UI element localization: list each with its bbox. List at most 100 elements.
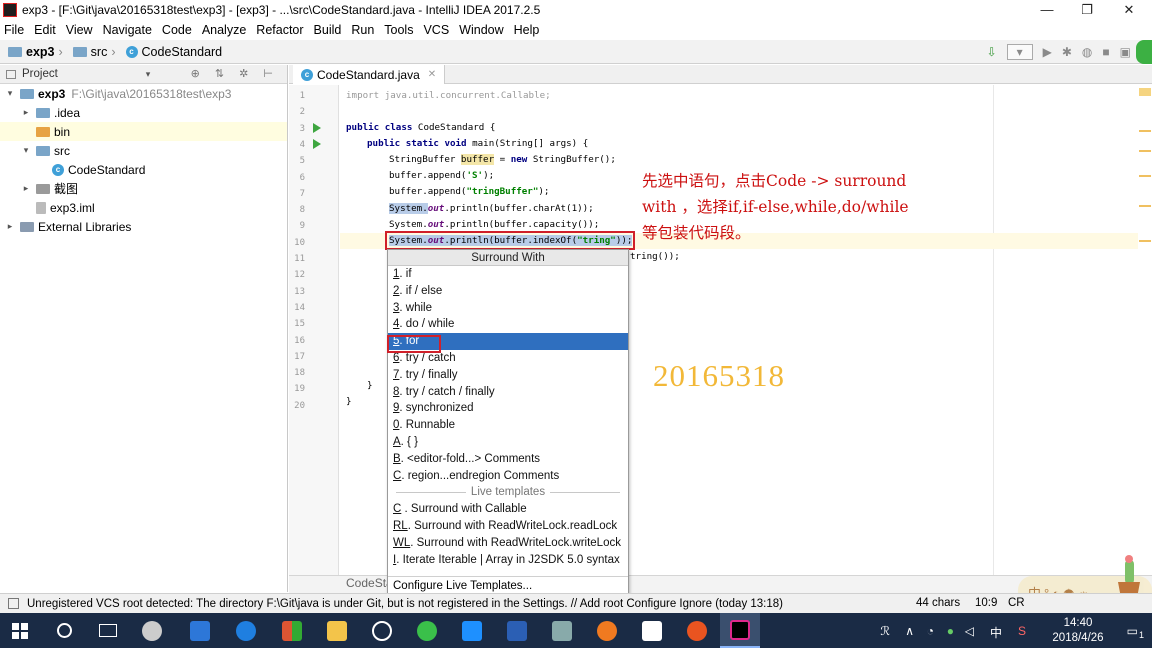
vcs-update-icon[interactable]: ⇩ [987,45,997,59]
close-button[interactable]: ✕ [1106,0,1152,20]
warning-marker[interactable] [1139,88,1151,96]
task-view-button[interactable] [88,613,128,648]
chevron-right-icon[interactable]: ▸ [20,183,32,194]
taskbar-app[interactable] [180,613,220,648]
line-separator[interactable]: CR [1008,594,1025,613]
surround-option[interactable]: 1. if [388,266,628,283]
taskbar-app[interactable] [677,613,717,648]
surround-option[interactable]: B. <editor-fold...> Comments [388,451,628,468]
start-button[interactable] [0,613,40,648]
status-message[interactable]: Unregistered VCS root detected: The dire… [27,598,783,610]
debug-icon[interactable]: ✱ [1062,45,1072,59]
tree-item[interactable]: ▸ 截图 [0,179,287,198]
surround-option[interactable]: 3. while [388,300,628,317]
breadcrumb-project[interactable]: exp3 › [8,45,67,59]
run-gutter-icon[interactable] [313,123,321,133]
taskbar-app[interactable] [317,613,357,648]
chevron-down-icon[interactable]: ▾ [20,145,32,156]
stripe-marker[interactable] [1139,175,1151,177]
avatar-badge-icon[interactable] [1136,40,1152,64]
breadcrumb-class[interactable]: c CodeStandard [125,45,222,59]
surround-option[interactable]: C . Surround with Callable [388,501,628,518]
menu-help[interactable]: Help [514,23,540,37]
menu-tools[interactable]: Tools [384,23,413,37]
ime-language[interactable]: 中 [990,624,1002,641]
people-icon[interactable]: ℛ [880,624,890,638]
menu-view[interactable]: View [66,23,93,37]
taskbar-app[interactable] [587,613,627,648]
surround-option[interactable]: 7. try / finally [388,367,628,384]
clock[interactable]: 14:40 2018/4/26 [1048,616,1108,646]
cortana-button[interactable] [44,613,84,648]
tree-item[interactable]: ▸ .idea [0,103,287,122]
breadcrumb-src[interactable]: src › [72,45,120,59]
mnemonic: B [393,452,401,465]
surround-option[interactable]: 4. do / while [388,316,628,333]
editor-breadcrumb-label[interactable]: CodeSta [346,576,393,590]
menu-run[interactable]: Run [351,23,374,37]
menu-analyze[interactable]: Analyze [202,23,246,37]
menu-code[interactable]: Code [162,23,192,37]
surround-option[interactable]: C. region...endregion Comments [388,468,628,485]
tree-item[interactable]: exp3.iml [0,198,287,217]
tool-windows-icon[interactable] [8,598,19,609]
tree-item[interactable]: c CodeStandard [0,160,287,179]
volume-icon[interactable]: ◁ [965,624,974,638]
maximize-button[interactable]: ❐ [1064,0,1110,20]
surround-option[interactable]: 0. Runnable [388,417,628,434]
surround-option[interactable]: RL. Surround with ReadWriteLock.readLock [388,518,628,535]
taskbar-app[interactable] [362,613,402,648]
editor-tab[interactable]: c CodeStandard.java ✕ [293,65,446,84]
run-config-dropdown[interactable]: ▾ [1006,44,1033,60]
configure-live-templates[interactable]: Configure Live Templates... [388,576,628,594]
app-tray-icon[interactable]: ● [947,624,954,638]
taskbar-app[interactable] [272,613,312,648]
menu-refactor[interactable]: Refactor [256,23,303,37]
sogou-icon[interactable]: S [1018,624,1026,638]
notification-icon[interactable]: ▭ [1127,624,1138,638]
menu-build[interactable]: Build [314,23,342,37]
surround-option[interactable]: WL. Surround with ReadWriteLock.writeLoc… [388,535,628,552]
taskbar-app[interactable] [132,613,172,648]
surround-option[interactable]: 9. synchronized [388,400,628,417]
project-view-dropdown[interactable]: Project [22,68,58,80]
coverage-icon[interactable]: ◍ [1082,45,1092,59]
chevron-right-icon[interactable]: ▸ [20,107,32,118]
chevron-down-icon[interactable]: ▾ [4,88,16,99]
run-icon[interactable]: ▶ [1043,45,1052,59]
taskbar-app-active[interactable] [720,613,760,648]
surround-option[interactable]: 2. if / else [388,283,628,300]
chevron-right-icon[interactable]: ▸ [4,221,16,232]
tree-item[interactable]: ▸ External Libraries [0,217,287,236]
chevron-up-icon[interactable]: ∧ [905,624,914,638]
surround-option[interactable]: I. Iterate Iterable | Array in J2SDK 5.0… [388,552,628,569]
menu-file[interactable]: File [4,23,24,37]
tree-item[interactable]: ▾ exp3 F:\Git\java\20165318test\exp3 [0,84,287,103]
menu-navigate[interactable]: Navigate [103,23,152,37]
taskbar-app[interactable] [226,613,266,648]
surround-option[interactable]: 8. try / catch / finally [388,384,628,401]
network-icon[interactable]: ◔ [927,624,934,638]
stripe-marker[interactable] [1139,150,1151,152]
menu-window[interactable]: Window [459,23,503,37]
surround-option[interactable]: A. { } [388,434,628,451]
caret-position[interactable]: 10:9 [975,594,997,613]
tree-item[interactable]: bin [0,122,287,141]
stripe-marker[interactable] [1139,240,1151,242]
menu-edit[interactable]: Edit [34,23,56,37]
close-tab-icon[interactable]: ✕ [428,69,436,80]
taskbar-app[interactable] [632,613,672,648]
stop-icon[interactable]: ■ [1102,45,1109,59]
taskbar-app[interactable] [452,613,492,648]
project-structure-icon[interactable]: ▣ [1120,45,1131,59]
chevron-down-icon[interactable]: ▾ [146,69,151,80]
tree-item[interactable]: ▾ src [0,141,287,160]
taskbar-app[interactable] [497,613,537,648]
taskbar-app[interactable] [542,613,582,648]
menu-vcs[interactable]: VCS [423,23,449,37]
stripe-marker[interactable] [1139,130,1151,132]
run-gutter-icon[interactable] [313,139,321,149]
taskbar-app[interactable] [407,613,447,648]
panel-tools[interactable]: ⊕ ⇅ ✲ ⊢ [191,67,279,80]
stripe-marker[interactable] [1139,205,1151,207]
